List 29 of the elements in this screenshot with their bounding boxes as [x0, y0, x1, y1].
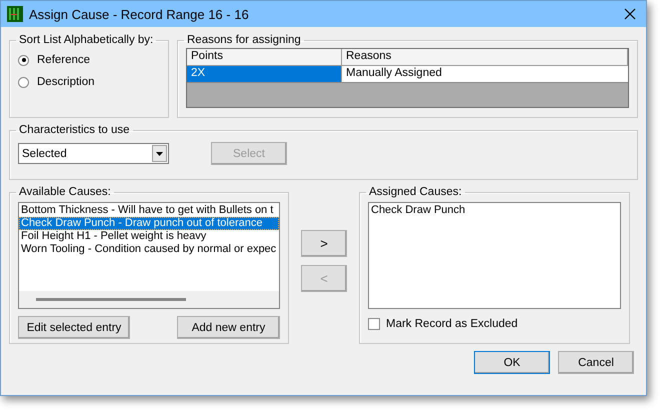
radio-button[interactable]: [18, 54, 29, 66]
radio-button[interactable]: [18, 76, 29, 88]
list-item[interactable]: Check Draw Punch - Draw punch out of tolerance: [19, 217, 279, 230]
radio-label: Reference: [37, 54, 90, 66]
list-item[interactable]: Worn Tooling - Condition caused by normal or expec: [19, 243, 279, 256]
transfer-button[interactable]: >: [301, 230, 347, 257]
checkbox[interactable]: [368, 318, 380, 330]
group-label: Available Causes:: [18, 186, 112, 198]
table-cell: Manually Assigned: [342, 66, 628, 83]
action-button[interactable]: Edit selected entry: [18, 316, 130, 339]
group-label: Assigned Causes:: [368, 186, 463, 198]
checkbox-label: Mark Record as Excluded: [386, 318, 518, 330]
group-label: Reasons for assigning: [186, 34, 302, 46]
list-item[interactable]: Foil Height H1 - Pellet weight is heavy: [19, 230, 279, 243]
table-cell: 2X: [187, 66, 342, 83]
dropdown-arrow-icon: [156, 152, 163, 156]
close-icon[interactable]: [624, 8, 636, 20]
characteristics-dropdown[interactable]: Selected: [18, 143, 169, 164]
group-label: Characteristics to use: [18, 124, 131, 136]
action-button[interactable]: Add new entry: [177, 316, 280, 339]
list-item[interactable]: Bottom Thickness - Will have to get with Bullets on t: [19, 204, 279, 217]
group-label: Sort List Alphabetically by:: [18, 34, 154, 46]
dialog-button[interactable]: OK: [474, 351, 550, 374]
list-item[interactable]: Check Draw Punch: [369, 204, 620, 217]
dialog-button[interactable]: Cancel: [558, 351, 634, 374]
radio-label: Description: [37, 76, 95, 88]
horizontal-scrollbar[interactable]: [19, 291, 279, 308]
app-icon: [7, 6, 23, 22]
window-title: Assign Cause - Record Range 16 - 16: [29, 6, 250, 22]
